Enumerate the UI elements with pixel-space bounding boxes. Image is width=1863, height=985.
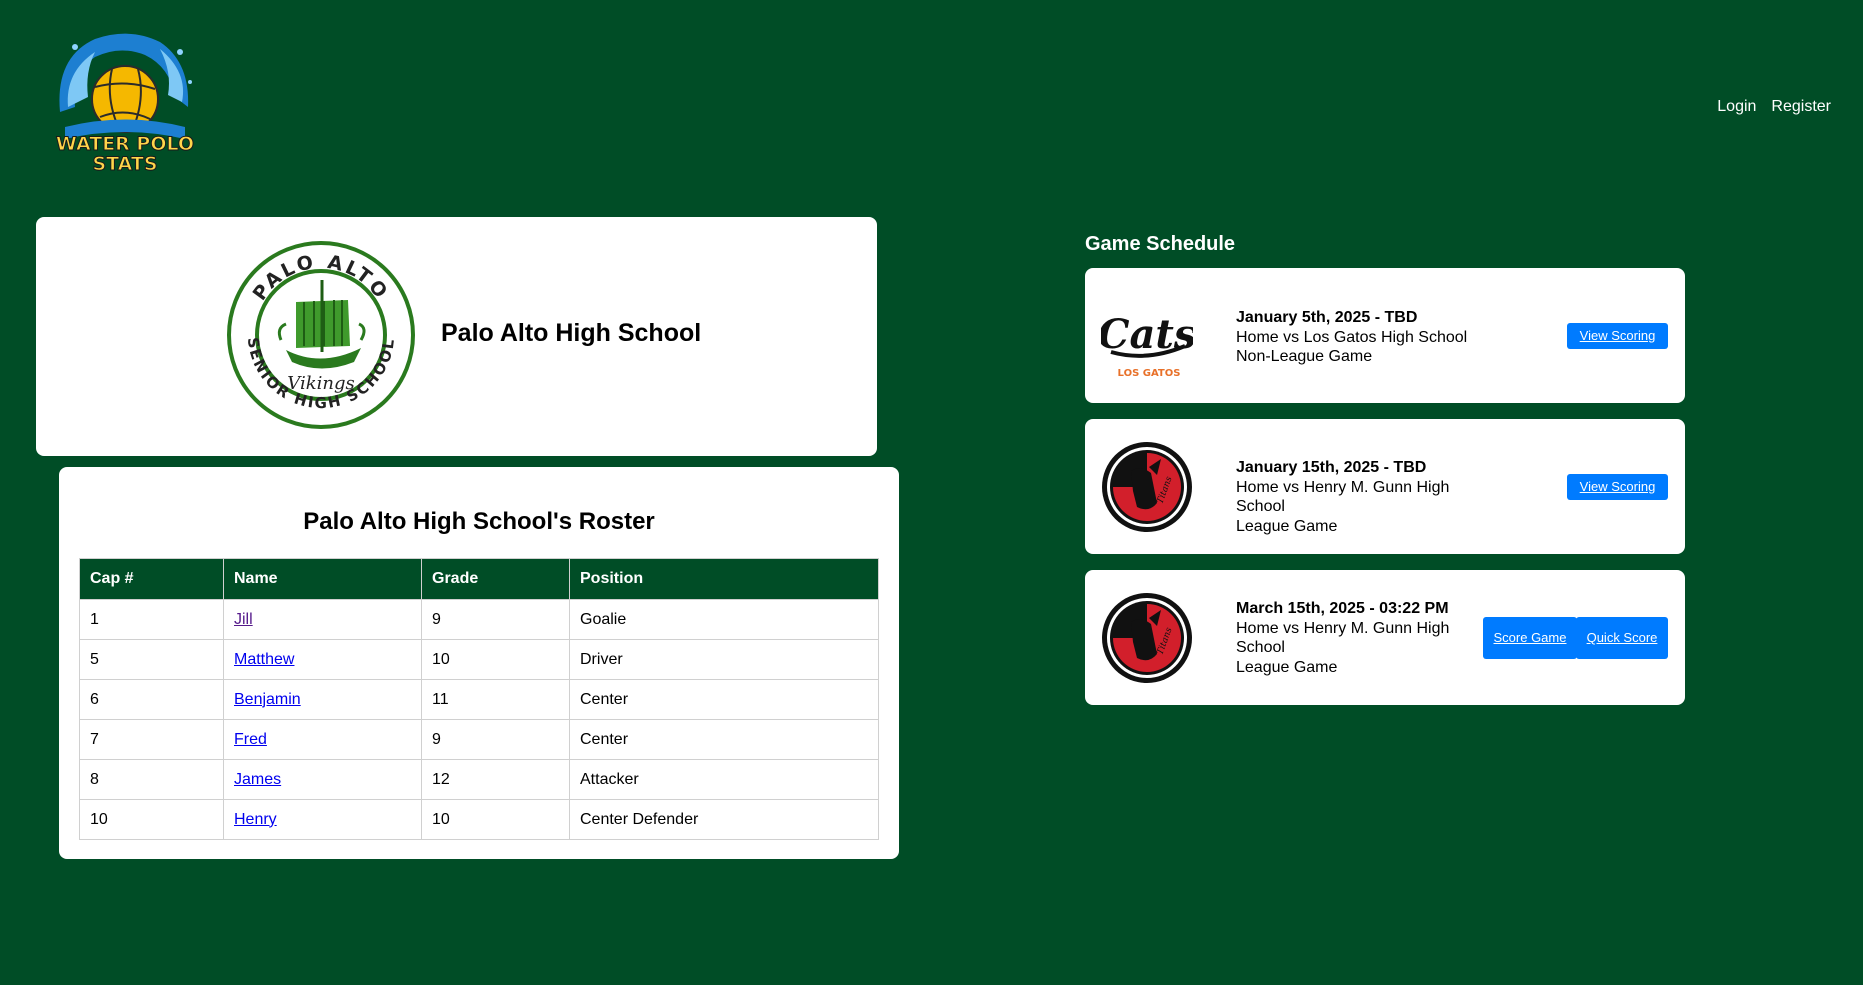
table-row: 10 Henry 10 Center Defender xyxy=(79,799,879,840)
game-matchup: Home vs Henry M. Gunn High School xyxy=(1236,619,1450,657)
cell-cap: 1 xyxy=(79,599,224,640)
register-link[interactable]: Register xyxy=(1771,98,1831,116)
cell-position: Goalie xyxy=(569,599,879,640)
cell-grade: 10 xyxy=(421,799,570,840)
water-polo-stats-logo[interactable]: WATER POLO STATS xyxy=(50,27,200,177)
seal-mascot: Vikings xyxy=(287,373,354,394)
cell-cap: 8 xyxy=(79,759,224,800)
table-row: 7 Fred 9 Center xyxy=(79,719,879,760)
opponent-logo-los-gatos: Cats LOS GATOS xyxy=(1098,290,1197,382)
cell-position: Driver xyxy=(569,639,879,680)
game-type: League Game xyxy=(1236,658,1338,676)
logo-text-line1: WATER POLO xyxy=(56,133,194,155)
game-date: March 15th, 2025 - 03:22 PM xyxy=(1236,600,1449,617)
cats-logo-subtext: LOS GATOS xyxy=(1118,368,1181,379)
game-matchup: Home vs Los Gatos High School xyxy=(1236,328,1468,346)
school-card: PALO ALTO SENIOR HIGH SCHOOL Vikings Pal… xyxy=(36,217,877,456)
top-nav: Login Register xyxy=(1717,98,1831,116)
quick-score-button[interactable]: Quick Score xyxy=(1576,617,1668,659)
roster-title: Palo Alto High School's Roster xyxy=(303,508,655,535)
school-seal: PALO ALTO SENIOR HIGH SCHOOL Vikings xyxy=(226,240,416,430)
school-name: Palo Alto High School xyxy=(441,319,702,347)
game-info: January 5th, 2025 - TBD Home vs Los Gato… xyxy=(1236,308,1496,367)
table-row: 5 Matthew 10 Driver xyxy=(79,639,879,680)
table-header-row: Cap # Name Grade Position xyxy=(79,558,879,600)
game-info: January 15th, 2025 - TBD Home vs Henry M… xyxy=(1236,458,1496,536)
cell-grade: 11 xyxy=(421,679,570,720)
player-link[interactable]: Benjamin xyxy=(234,691,301,708)
game-card: Titans March 15th, 2025 - 03:22 PM Home … xyxy=(1085,570,1685,705)
table-row: 1 Jill 9 Goalie xyxy=(79,599,879,640)
column-header-cap: Cap # xyxy=(79,558,224,600)
schedule-title: Game Schedule xyxy=(1085,233,1236,255)
column-header-grade: Grade xyxy=(421,558,570,600)
view-scoring-button[interactable]: View Scoring xyxy=(1567,323,1668,349)
roster-table: Cap # Name Grade Position 1 Jill 9 Goali… xyxy=(79,558,879,840)
game-info: March 15th, 2025 - 03:22 PM Home vs Henr… xyxy=(1236,599,1466,677)
cell-name: Benjamin xyxy=(223,679,422,720)
cell-name: Fred xyxy=(223,719,422,760)
cell-grade: 9 xyxy=(421,719,570,760)
cell-cap: 7 xyxy=(79,719,224,760)
game-card: Titans January 15th, 2025 - TBD Home vs … xyxy=(1085,419,1685,554)
cell-name: Matthew xyxy=(223,639,422,680)
view-scoring-button[interactable]: View Scoring xyxy=(1567,474,1668,500)
game-type: Non-League Game xyxy=(1236,348,1373,365)
cell-grade: 10 xyxy=(421,639,570,680)
cell-position: Attacker xyxy=(569,759,879,800)
game-date: January 5th, 2025 - TBD xyxy=(1236,309,1418,326)
cell-grade: 9 xyxy=(421,599,570,640)
cell-name: James xyxy=(223,759,422,800)
cell-cap: 5 xyxy=(79,639,224,680)
table-row: 8 James 12 Attacker xyxy=(79,759,879,800)
player-link[interactable]: Jill xyxy=(234,611,253,628)
cell-name: Jill xyxy=(223,599,422,640)
player-link[interactable]: James xyxy=(234,771,281,788)
score-game-button[interactable]: Score Game xyxy=(1483,617,1577,659)
cell-position: Center xyxy=(569,719,879,760)
cell-cap: 10 xyxy=(79,799,224,840)
game-date: January 15th, 2025 - TBD xyxy=(1236,459,1427,476)
game-card: Cats LOS GATOS January 5th, 2025 - TBD H… xyxy=(1085,268,1685,403)
column-header-position: Position xyxy=(569,558,879,600)
cell-grade: 12 xyxy=(421,759,570,800)
player-link[interactable]: Henry xyxy=(234,811,277,828)
column-header-name: Name xyxy=(223,558,422,600)
cell-position: Center xyxy=(569,679,879,720)
cell-name: Henry xyxy=(223,799,422,840)
cell-cap: 6 xyxy=(79,679,224,720)
opponent-logo-gunn-titans: Titans xyxy=(1101,441,1193,533)
login-link[interactable]: Login xyxy=(1717,98,1756,116)
game-type: League Game xyxy=(1236,517,1338,535)
game-matchup: Home vs Henry M. Gunn High School xyxy=(1236,478,1450,516)
opponent-logo-gunn-titans: Titans xyxy=(1101,592,1193,684)
player-link[interactable]: Fred xyxy=(234,731,267,748)
cell-position: Center Defender xyxy=(569,799,879,840)
logo-text-line2: STATS xyxy=(92,153,157,175)
player-link[interactable]: Matthew xyxy=(234,651,294,668)
roster-card: Palo Alto High School's Roster Cap # Nam… xyxy=(59,467,899,859)
table-row: 6 Benjamin 11 Center xyxy=(79,679,879,720)
